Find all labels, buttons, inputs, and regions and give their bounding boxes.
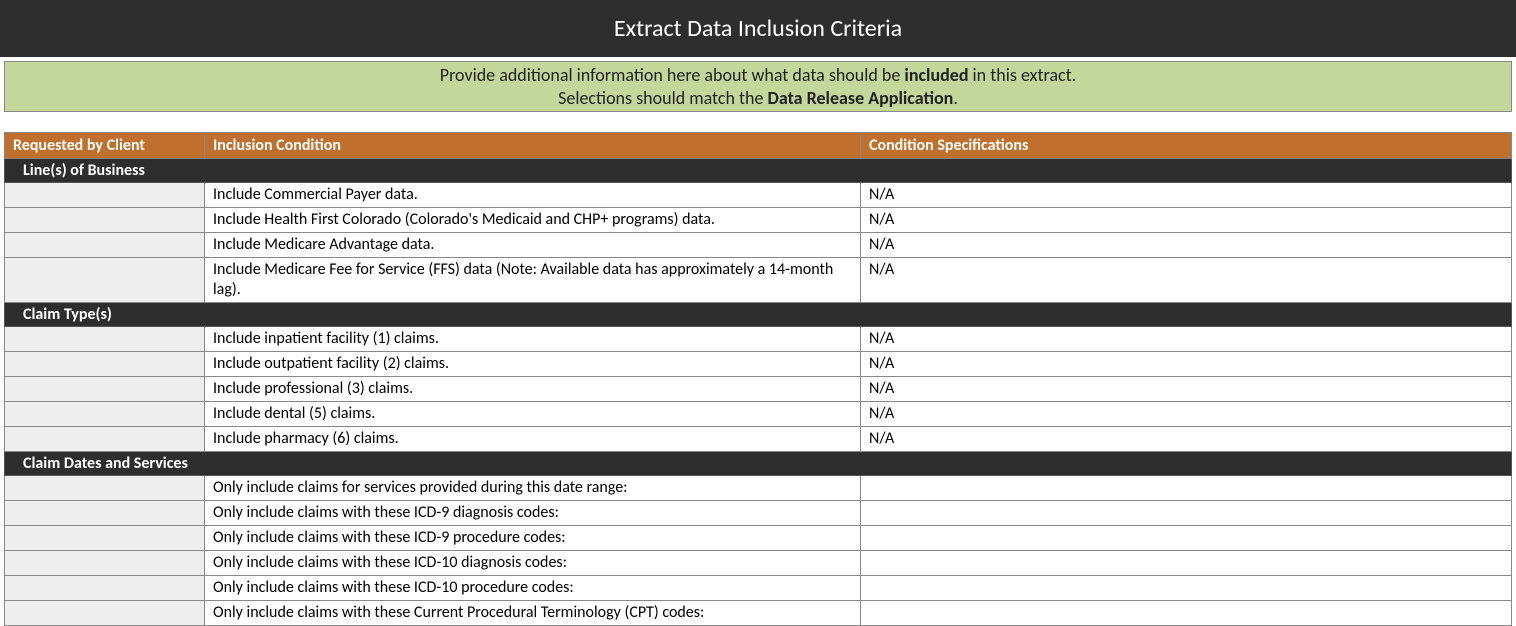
cell-condition: Only include claims with these ICD-10 pr… — [205, 576, 861, 601]
cell-requested[interactable] — [5, 402, 205, 427]
cell-condition: Only include claims with these Current P… — [205, 601, 861, 626]
cell-condition: Include dental (5) claims. — [205, 402, 861, 427]
cell-requested[interactable] — [5, 427, 205, 452]
table-row: Include Medicare Advantage data.N/A — [5, 233, 1512, 258]
table-row: Only include claims with these ICD-10 di… — [5, 551, 1512, 576]
instruction-banner: Provide additional information here abou… — [4, 61, 1512, 112]
cell-condition: Include inpatient facility (1) claims. — [205, 327, 861, 352]
table-row: Include pharmacy (6) claims.N/A — [5, 427, 1512, 452]
cell-spec[interactable] — [861, 576, 1512, 601]
section-label: Line(s) of Business — [5, 159, 1512, 183]
cell-spec[interactable] — [861, 501, 1512, 526]
section-header: Claim Dates and Services — [5, 452, 1512, 476]
cell-spec[interactable]: N/A — [861, 352, 1512, 377]
cell-requested[interactable] — [5, 208, 205, 233]
cell-requested[interactable] — [5, 258, 205, 303]
col-header-spec: Condition Specifications — [861, 133, 1512, 159]
cell-requested[interactable] — [5, 476, 205, 501]
instruction-line-1: Provide additional information here abou… — [5, 64, 1511, 87]
table-row: Include dental (5) claims.N/A — [5, 402, 1512, 427]
spacer — [0, 112, 1516, 132]
table-row: Include Medicare Fee for Service (FFS) d… — [5, 258, 1512, 303]
cell-requested[interactable] — [5, 601, 205, 626]
instruction-bold: Data Release Application — [768, 87, 954, 109]
col-header-requested: Requested by Client — [5, 133, 205, 159]
instruction-text: in this extract. — [968, 64, 1076, 86]
cell-condition: Only include claims with these ICD-9 dia… — [205, 501, 861, 526]
cell-requested[interactable] — [5, 183, 205, 208]
instruction-text: . — [953, 87, 958, 109]
cell-requested[interactable] — [5, 233, 205, 258]
table-row: Include Health First Colorado (Colorado'… — [5, 208, 1512, 233]
cell-requested[interactable] — [5, 327, 205, 352]
table-row: Only include claims with these ICD-9 pro… — [5, 526, 1512, 551]
table-row: Only include claims with these ICD-9 dia… — [5, 501, 1512, 526]
cell-spec[interactable]: N/A — [861, 183, 1512, 208]
cell-condition: Include pharmacy (6) claims. — [205, 427, 861, 452]
cell-spec[interactable]: N/A — [861, 402, 1512, 427]
instruction-text: Selections should match the — [558, 87, 767, 109]
cell-spec[interactable]: N/A — [861, 377, 1512, 402]
cell-condition: Only include claims with these ICD-9 pro… — [205, 526, 861, 551]
table-row: Only include claims with these Current P… — [5, 601, 1512, 626]
cell-requested[interactable] — [5, 551, 205, 576]
page-title: Extract Data Inclusion Criteria — [0, 0, 1516, 57]
cell-spec[interactable]: N/A — [861, 233, 1512, 258]
cell-requested[interactable] — [5, 576, 205, 601]
col-header-condition: Inclusion Condition — [205, 133, 861, 159]
cell-requested[interactable] — [5, 526, 205, 551]
cell-condition: Only include claims for services provide… — [205, 476, 861, 501]
section-header: Claim Type(s) — [5, 303, 1512, 327]
cell-condition: Include outpatient facility (2) claims. — [205, 352, 861, 377]
cell-spec[interactable]: N/A — [861, 427, 1512, 452]
cell-condition: Include Medicare Fee for Service (FFS) d… — [205, 258, 861, 303]
cell-spec[interactable] — [861, 476, 1512, 501]
cell-requested[interactable] — [5, 501, 205, 526]
section-label: Claim Type(s) — [5, 303, 1512, 327]
table-header-row: Requested by Client Inclusion Condition … — [5, 133, 1512, 159]
table-row: Only include claims with these ICD-10 pr… — [5, 576, 1512, 601]
section-header: Line(s) of Business — [5, 159, 1512, 183]
cell-condition: Include Commercial Payer data. — [205, 183, 861, 208]
cell-spec[interactable]: N/A — [861, 327, 1512, 352]
table-row: Include outpatient facility (2) claims.N… — [5, 352, 1512, 377]
criteria-table: Requested by Client Inclusion Condition … — [4, 132, 1512, 626]
cell-spec[interactable]: N/A — [861, 258, 1512, 303]
table-row: Include professional (3) claims.N/A — [5, 377, 1512, 402]
cell-spec[interactable] — [861, 526, 1512, 551]
instruction-text: Provide additional information here abou… — [440, 64, 905, 86]
cell-spec[interactable] — [861, 601, 1512, 626]
cell-condition: Include Health First Colorado (Colorado'… — [205, 208, 861, 233]
table-row: Include inpatient facility (1) claims.N/… — [5, 327, 1512, 352]
cell-spec[interactable] — [861, 551, 1512, 576]
cell-condition: Only include claims with these ICD-10 di… — [205, 551, 861, 576]
cell-condition: Include Medicare Advantage data. — [205, 233, 861, 258]
cell-spec[interactable]: N/A — [861, 208, 1512, 233]
cell-condition: Include professional (3) claims. — [205, 377, 861, 402]
table-row: Include Commercial Payer data.N/A — [5, 183, 1512, 208]
instruction-bold: included — [904, 64, 968, 86]
section-label: Claim Dates and Services — [5, 452, 1512, 476]
cell-requested[interactable] — [5, 377, 205, 402]
cell-requested[interactable] — [5, 352, 205, 377]
table-row: Only include claims for services provide… — [5, 476, 1512, 501]
instruction-line-2: Selections should match the Data Release… — [5, 87, 1511, 110]
